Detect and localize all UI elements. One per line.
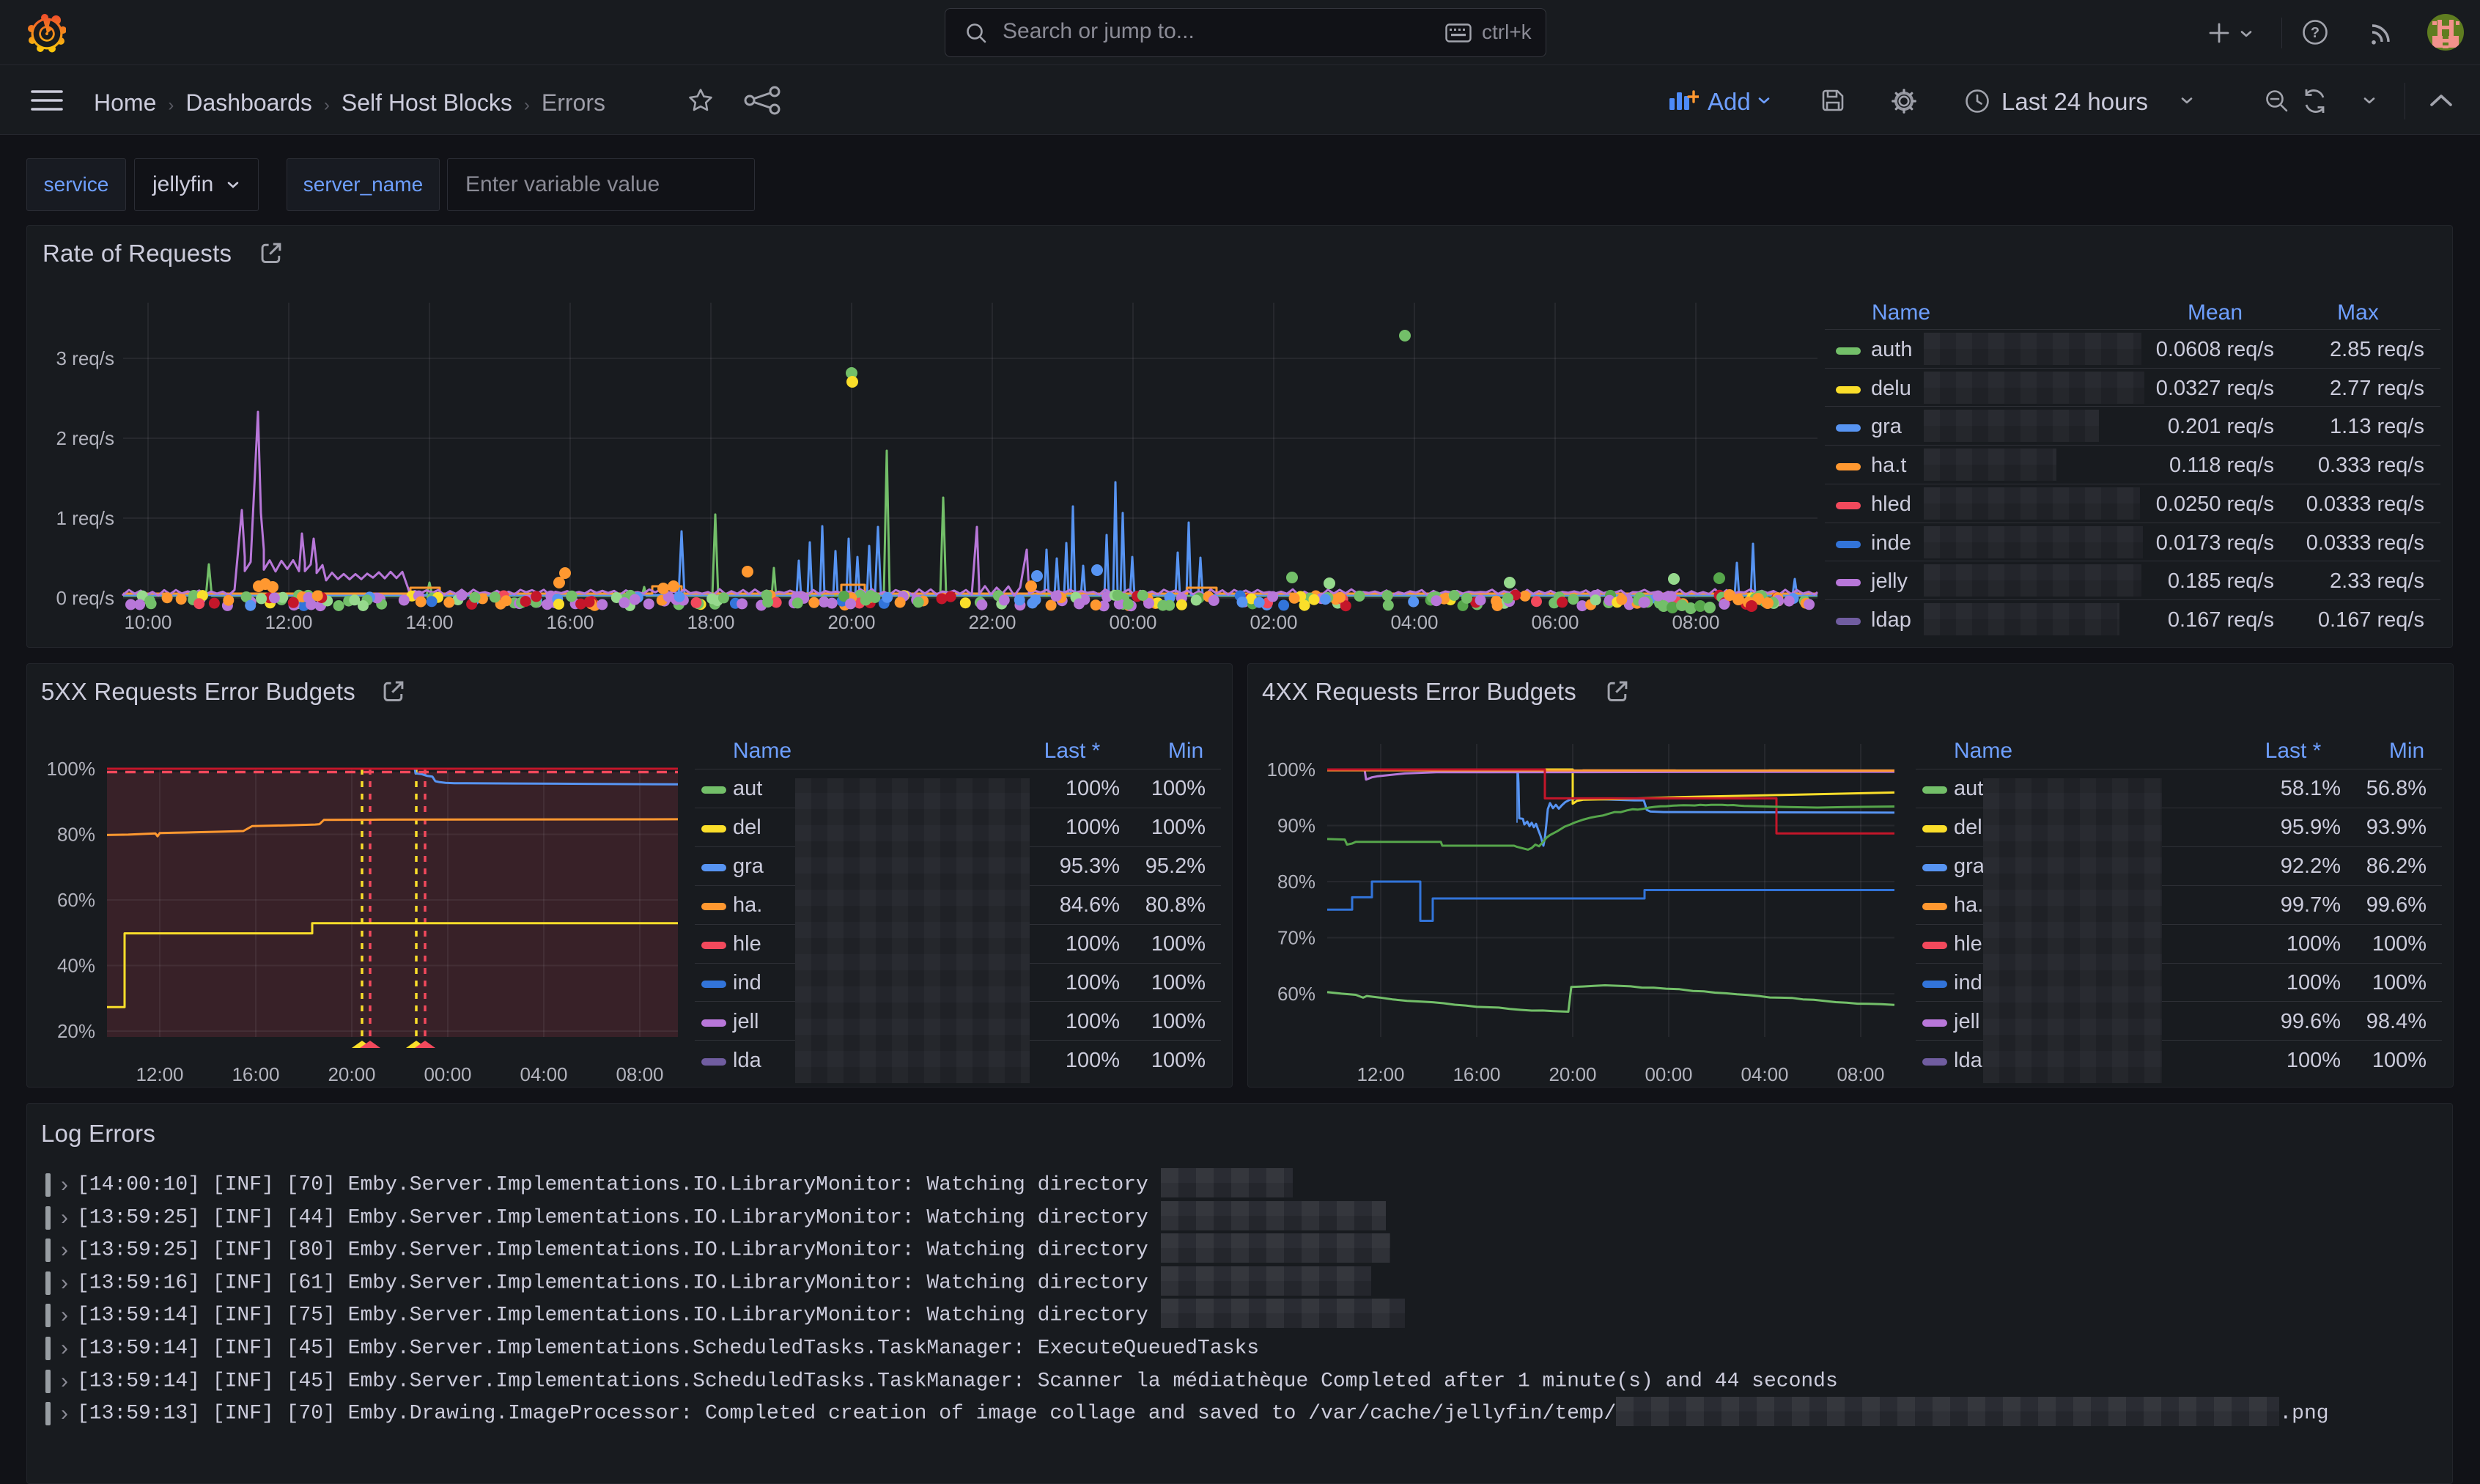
svg-text:?: ?	[2311, 25, 2320, 41]
